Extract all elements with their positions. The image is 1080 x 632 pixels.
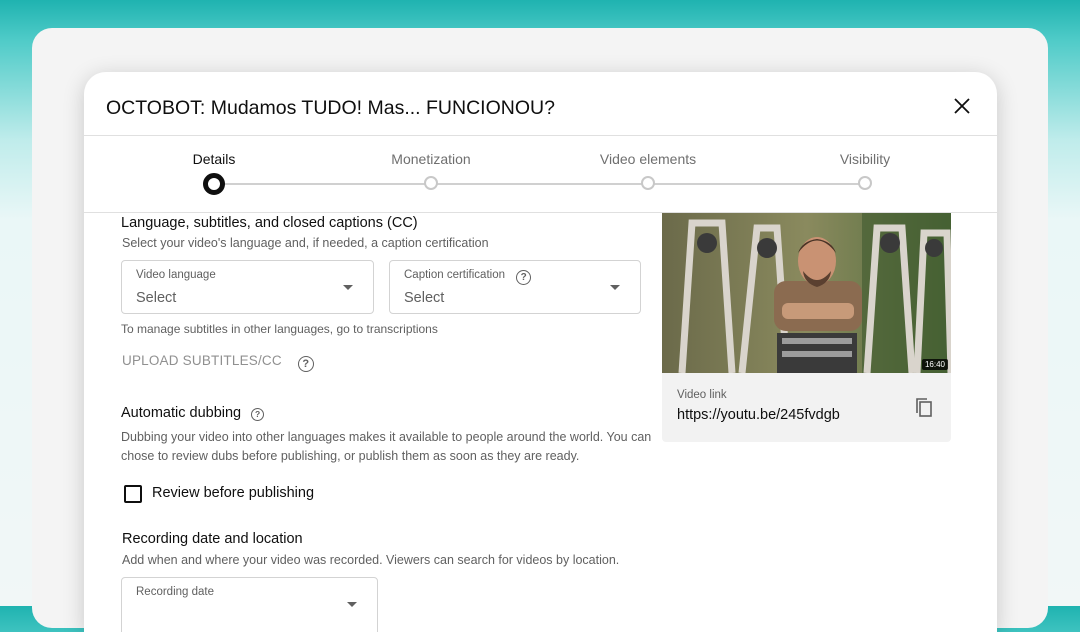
caption-certification-value: Select: [404, 290, 445, 306]
stepper-line: [214, 183, 865, 185]
subtitles-note: To manage subtitles in other languages, …: [121, 322, 438, 336]
caption-certification-dropdown[interactable]: Caption certification ? Select: [389, 260, 641, 314]
language-section-title: Language, subtitles, and closed captions…: [121, 215, 418, 231]
caption-certification-label: Caption certification ?: [404, 269, 532, 285]
recording-date-dropdown[interactable]: Recording date: [121, 577, 378, 632]
upload-subtitles-button[interactable]: UPLOAD SUBTITLES/CC ?: [122, 353, 314, 372]
dubbing-description-line2: chose to review dubs before publishing, …: [121, 449, 580, 463]
recording-section-title: Recording date and location: [122, 531, 303, 547]
step-dot-details[interactable]: [203, 173, 225, 195]
stepper: Details Monetization Video elements Visi…: [84, 136, 997, 212]
step-dot-monetization[interactable]: [424, 176, 438, 190]
video-language-dropdown[interactable]: Video language Select: [121, 260, 374, 314]
review-before-publishing-checkbox[interactable]: [124, 485, 142, 503]
dialog-title: OCTOBOT: Mudamos TUDO! Mas... FUNCIONOU?: [106, 97, 555, 119]
chevron-down-icon: [610, 285, 620, 290]
video-link-label: Video link: [677, 389, 727, 401]
dubbing-title-text: Automatic dubbing: [121, 405, 242, 421]
help-icon[interactable]: ?: [297, 356, 314, 372]
tab-visibility[interactable]: Visibility: [840, 151, 890, 167]
recording-section-description: Add when and where your video was record…: [122, 553, 620, 567]
tab-details[interactable]: Details: [193, 151, 236, 167]
chevron-down-icon: [347, 602, 357, 607]
language-section-description: Select your video's language and, if nee…: [122, 236, 489, 250]
tab-monetization[interactable]: Monetization: [391, 151, 470, 167]
video-link[interactable]: https://youtu.be/245fvdgb: [677, 407, 840, 423]
close-icon: [954, 98, 970, 114]
video-duration-badge: 16:40: [921, 359, 948, 370]
caption-certification-label-text: Caption certification: [404, 269, 505, 281]
review-before-publishing-label[interactable]: Review before publishing: [152, 485, 314, 501]
video-preview-panel: 16:40 Video link https://youtu.be/245fvd…: [662, 213, 951, 442]
step-dot-visibility[interactable]: [858, 176, 872, 190]
close-button[interactable]: [950, 94, 974, 118]
thumbnail-image: [662, 213, 951, 373]
dubbing-description-line1: Dubbing your video into other languages …: [121, 430, 652, 444]
help-icon[interactable]: ?: [251, 408, 265, 421]
copy-link-button[interactable]: [914, 397, 936, 419]
video-thumbnail[interactable]: 16:40: [662, 213, 951, 373]
chevron-down-icon: [343, 285, 353, 290]
video-language-value: Select: [136, 290, 177, 306]
video-language-label: Video language: [136, 269, 216, 281]
recording-date-label: Recording date: [136, 586, 214, 598]
step-dot-video-elements[interactable]: [641, 176, 655, 190]
upload-subtitles-label: UPLOAD SUBTITLES/CC: [122, 353, 282, 368]
dubbing-section-title: Automatic dubbing ?: [121, 405, 265, 421]
tab-video-elements[interactable]: Video elements: [600, 151, 696, 167]
video-details-dialog: OCTOBOT: Mudamos TUDO! Mas... FUNCIONOU?…: [84, 72, 997, 632]
copy-icon: [916, 398, 932, 417]
help-icon[interactable]: ?: [516, 270, 532, 285]
